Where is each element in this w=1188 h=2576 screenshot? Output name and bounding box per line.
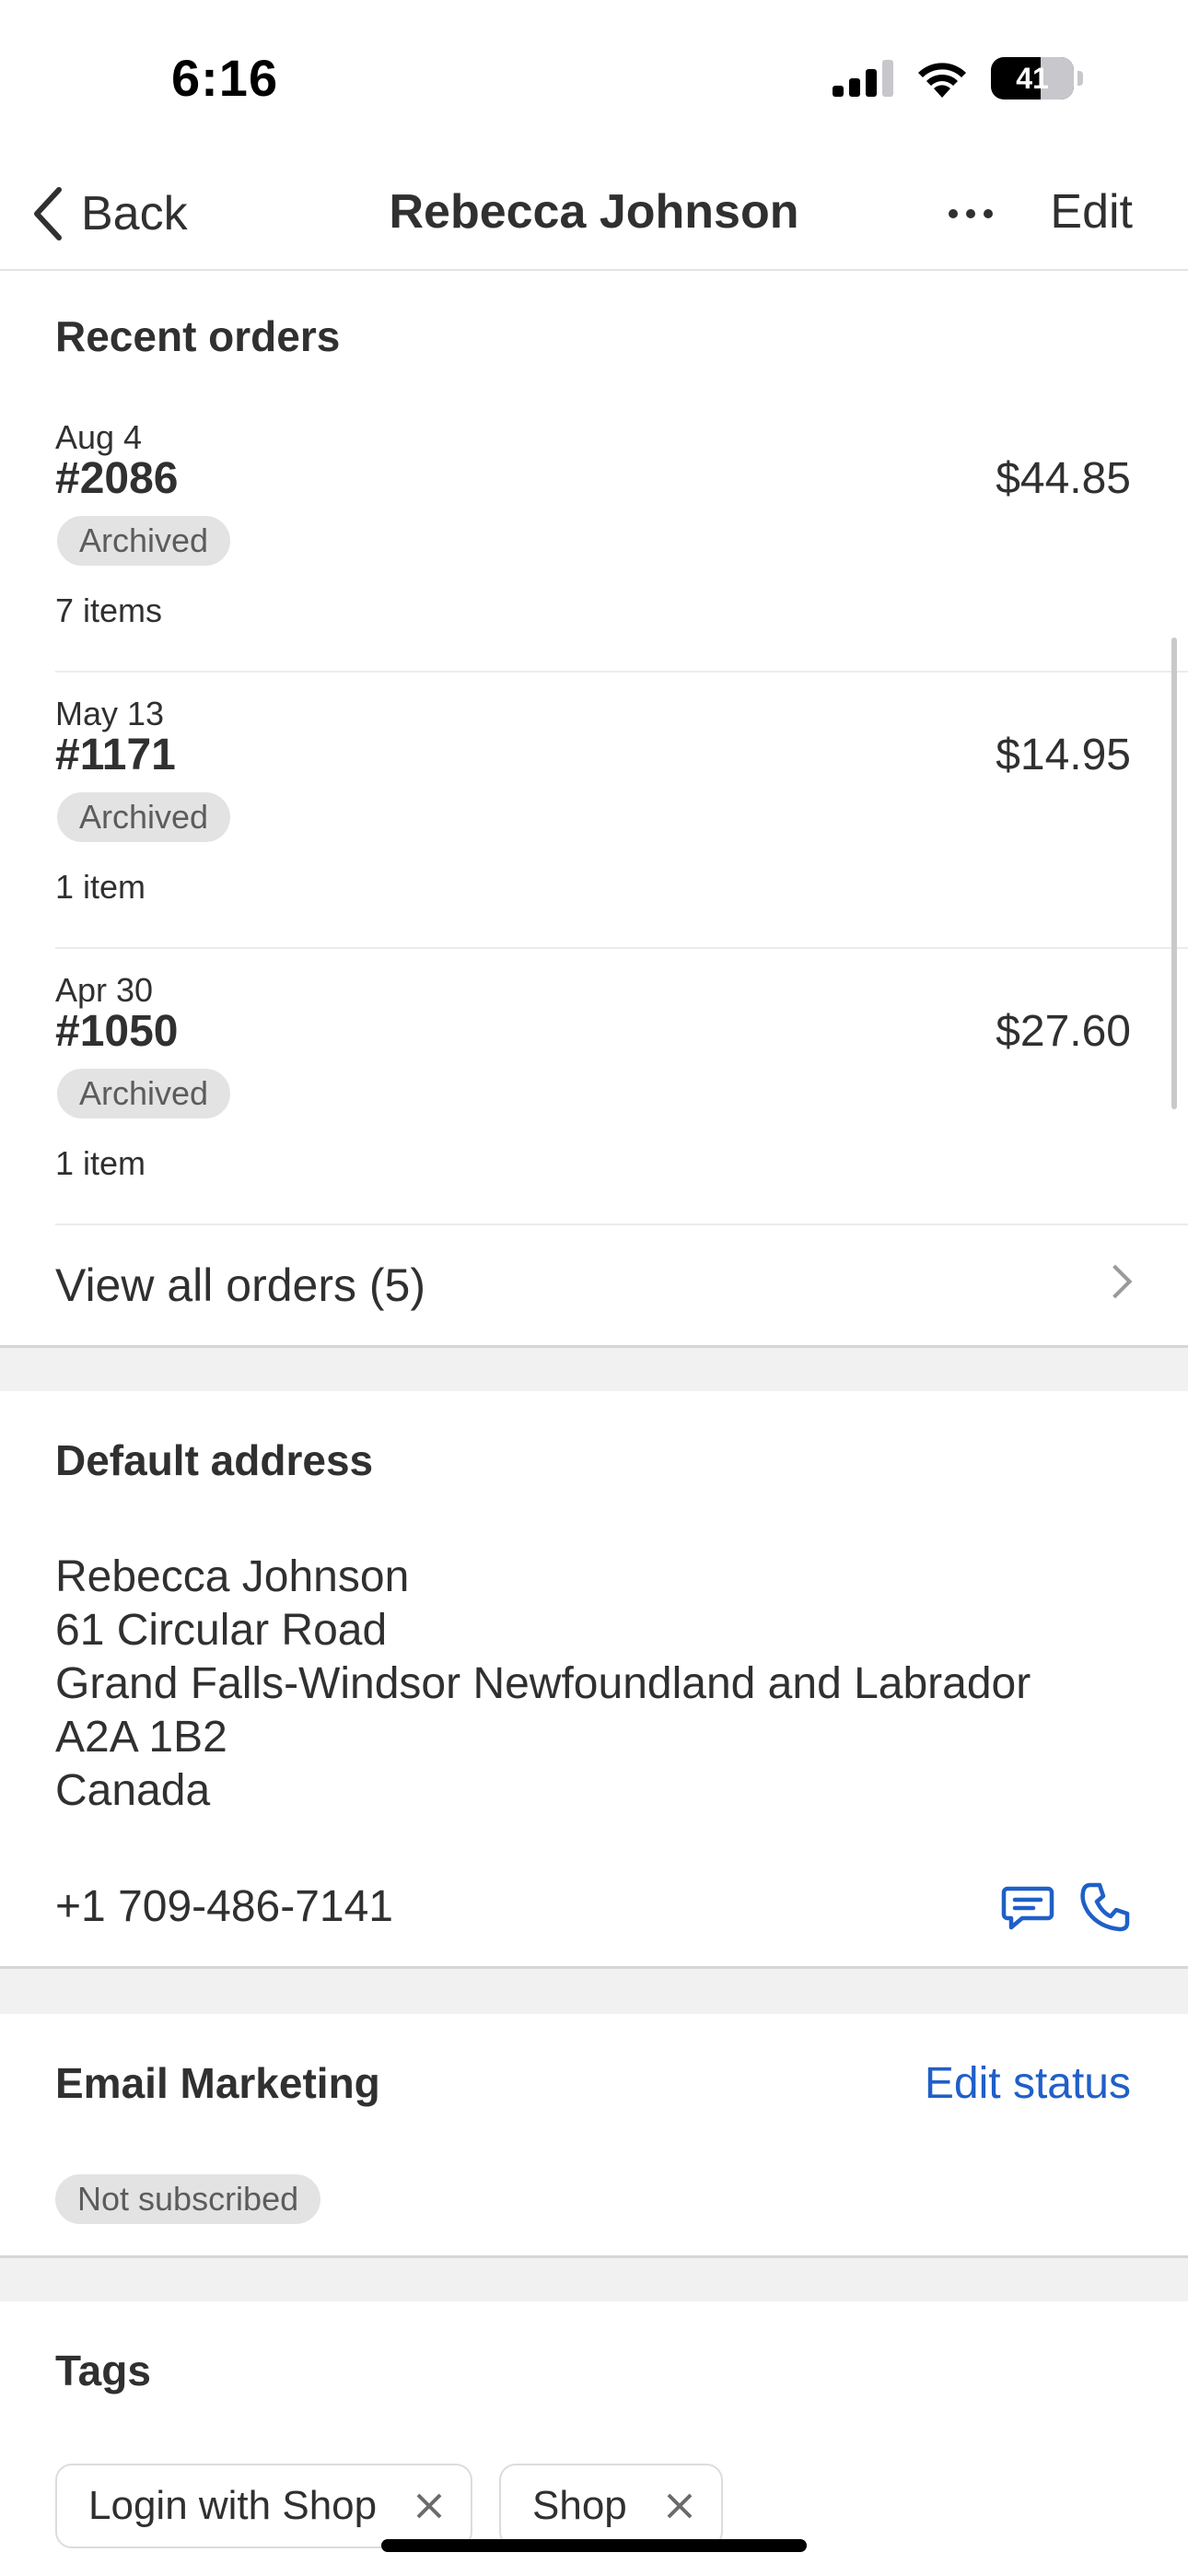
view-all-orders-button[interactable]: View all orders (5) bbox=[55, 1225, 1188, 1345]
home-indicator[interactable] bbox=[381, 2539, 807, 2552]
order-date: Aug 4 bbox=[55, 418, 143, 456]
battery-icon: 41 bbox=[991, 57, 1074, 100]
order-item-count: 1 item bbox=[55, 868, 146, 906]
remove-tag-icon[interactable] bbox=[415, 2492, 443, 2520]
more-options-button[interactable] bbox=[941, 184, 1000, 243]
tag-chip: Shop bbox=[499, 2464, 723, 2548]
tag-label: Login with Shop bbox=[88, 2483, 378, 2528]
section-divider bbox=[0, 1966, 1188, 2014]
phone-number: +1 709-486-7141 bbox=[55, 1882, 393, 1931]
order-date: Apr 30 bbox=[55, 971, 154, 1009]
message-icon[interactable] bbox=[1000, 1879, 1055, 1935]
order-row[interactable]: Aug 4 #2086 $44.85 Archived 7 items bbox=[55, 396, 1188, 673]
battery-level: 41 bbox=[1016, 61, 1049, 95]
remove-tag-icon[interactable] bbox=[666, 2492, 693, 2520]
email-marketing-section: Email Marketing Edit status Not subscrib… bbox=[0, 2014, 1188, 2255]
edit-button[interactable]: Edit bbox=[1050, 184, 1133, 240]
battery-cap bbox=[1077, 71, 1083, 86]
order-date: May 13 bbox=[55, 695, 165, 732]
subscription-status-badge: Not subscribed bbox=[55, 2174, 321, 2224]
address-name: Rebecca Johnson bbox=[55, 1552, 410, 1601]
order-number: #2086 bbox=[55, 454, 179, 503]
phone-icon[interactable] bbox=[1077, 1879, 1133, 1935]
dot bbox=[984, 209, 993, 218]
dot bbox=[966, 209, 975, 218]
order-total: $44.85 bbox=[996, 454, 1131, 503]
section-divider bbox=[0, 2255, 1188, 2301]
dot bbox=[949, 209, 958, 218]
cellular-signal-icon bbox=[833, 60, 893, 97]
order-item-count: 7 items bbox=[55, 591, 163, 629]
order-row[interactable]: May 13 #1171 $14.95 Archived 1 item bbox=[55, 673, 1188, 949]
order-total: $27.60 bbox=[996, 1007, 1131, 1056]
email-marketing-title: Email Marketing bbox=[55, 2059, 380, 2107]
page-title: Rebecca Johnson bbox=[389, 185, 799, 239]
edit-status-link[interactable]: Edit status bbox=[925, 2058, 1131, 2109]
tags-section: Tags Login with Shop Shop bbox=[0, 2301, 1188, 2576]
default-address-section: Default address Rebecca Johnson 61 Circu… bbox=[0, 1391, 1188, 1966]
view-all-orders-label: View all orders (5) bbox=[55, 1259, 426, 1311]
tag-label: Shop bbox=[532, 2483, 627, 2528]
status-icons: 41 bbox=[833, 57, 1083, 100]
wifi-icon bbox=[918, 63, 966, 98]
order-total: $14.95 bbox=[996, 731, 1131, 779]
order-number: #1050 bbox=[55, 1007, 179, 1056]
chevron-right-icon bbox=[1098, 1264, 1133, 1299]
order-item-count: 1 item bbox=[55, 1144, 146, 1182]
order-status-badge: Archived bbox=[57, 516, 231, 566]
status-time: 6:16 bbox=[171, 49, 279, 107]
scrollbar[interactable] bbox=[1171, 638, 1177, 1109]
address-street: 61 Circular Road bbox=[55, 1606, 388, 1655]
status-bar: 6:16 41 bbox=[0, 0, 1188, 157]
order-row[interactable]: Apr 30 #1050 $27.60 Archived 1 item bbox=[55, 949, 1188, 1225]
address-country: Canada bbox=[55, 1766, 211, 1815]
order-status-badge: Archived bbox=[57, 792, 231, 842]
order-number: #1171 bbox=[55, 731, 176, 779]
address-city-province: Grand Falls-Windsor Newfoundland and Lab… bbox=[55, 1659, 1031, 1708]
navigation-bar: Back Rebecca Johnson Edit bbox=[0, 157, 1188, 271]
section-divider bbox=[0, 1345, 1188, 1391]
recent-orders-section: Recent orders Aug 4 #2086 $44.85 Archive… bbox=[0, 273, 1188, 1345]
address-postal-code: A2A 1B2 bbox=[55, 1713, 227, 1762]
tags-title: Tags bbox=[55, 2347, 151, 2395]
default-address-title: Default address bbox=[55, 1436, 374, 1484]
recent-orders-title: Recent orders bbox=[55, 312, 341, 360]
tag-chip: Login with Shop bbox=[55, 2464, 473, 2548]
order-status-badge: Archived bbox=[57, 1069, 231, 1118]
